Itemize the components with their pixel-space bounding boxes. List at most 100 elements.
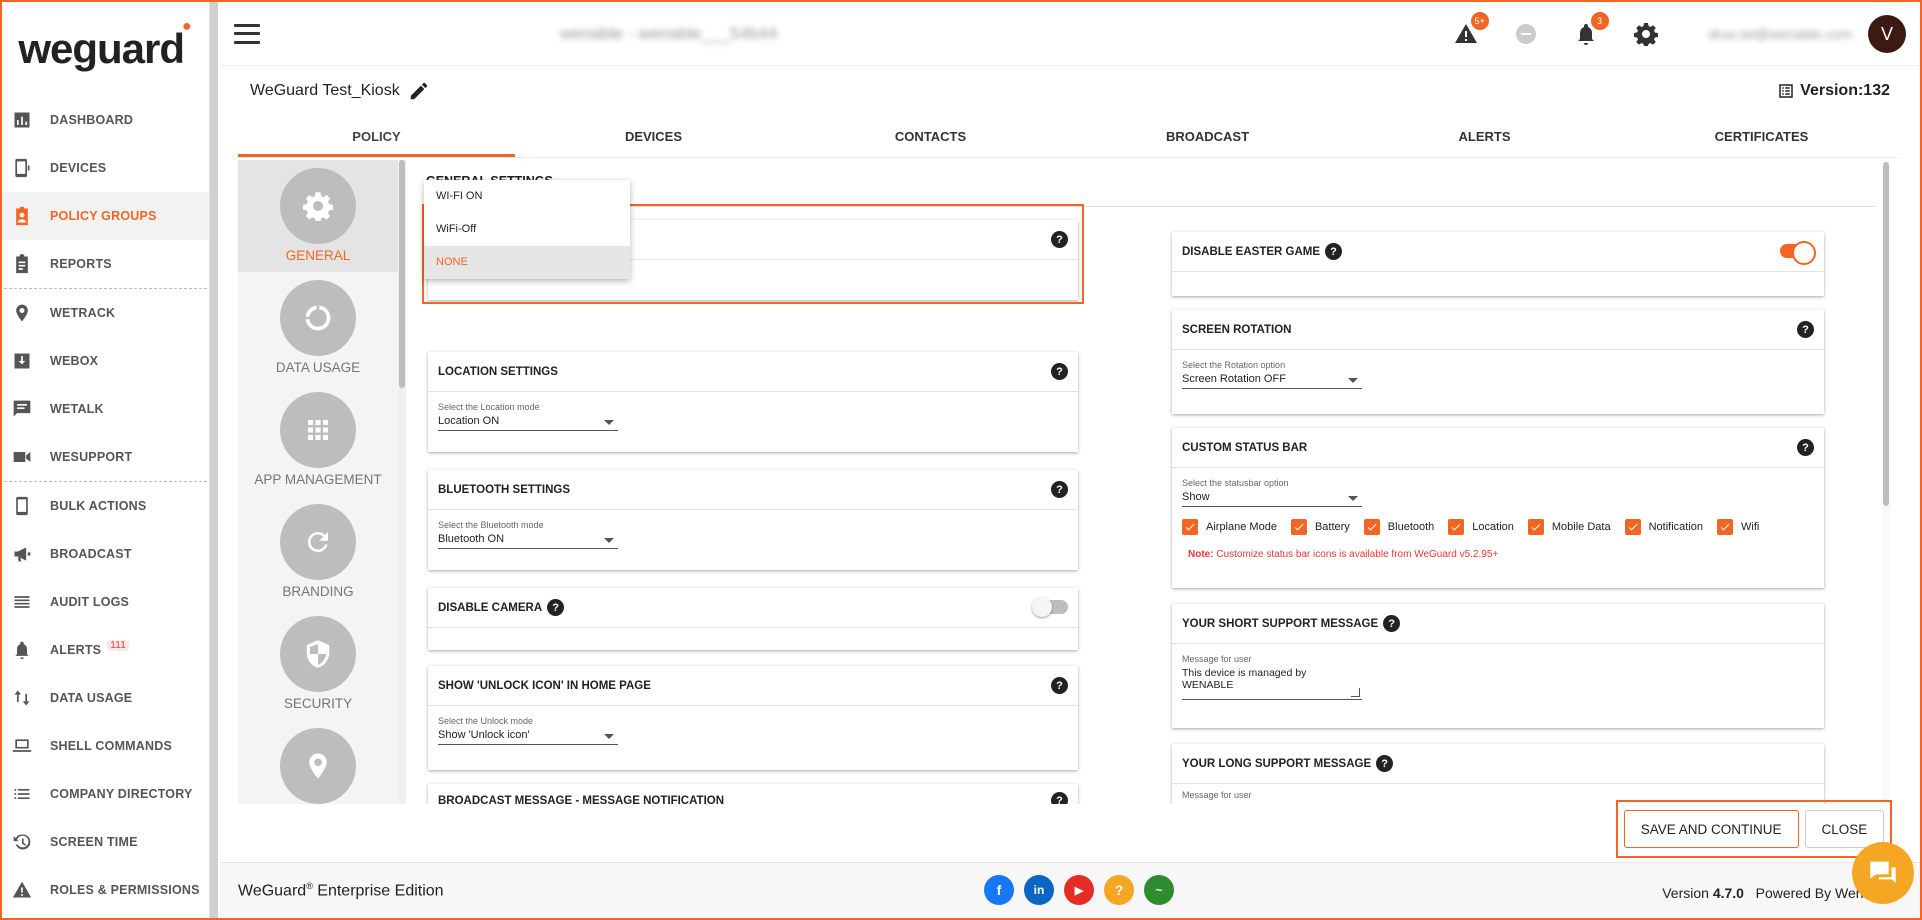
option-wifi-off[interactable]: WiFi-Off bbox=[424, 213, 630, 246]
sidebar-item-policy-groups[interactable]: POLICY GROUPS bbox=[2, 192, 209, 240]
tab-alerts[interactable]: ALERTS bbox=[1346, 118, 1623, 157]
checkbox-battery[interactable]: Battery bbox=[1290, 519, 1350, 535]
facebook-icon[interactable]: f bbox=[984, 875, 1014, 905]
short-message-textarea[interactable]: This device is managed by WENABLE bbox=[1182, 664, 1362, 700]
checkbox-wifi[interactable]: Wifi bbox=[1717, 519, 1759, 535]
save-and-continue-button[interactable]: SAVE AND CONTINUE bbox=[1623, 810, 1799, 848]
category-data-usage[interactable]: DATA USAGE bbox=[238, 272, 398, 384]
checkbox-mobile-data[interactable]: Mobile Data bbox=[1527, 519, 1611, 535]
category-location[interactable] bbox=[238, 720, 398, 804]
edit-pencil-icon[interactable] bbox=[408, 80, 430, 102]
category-general[interactable]: GENERAL bbox=[238, 160, 398, 272]
location-pin-icon bbox=[12, 303, 32, 323]
wifi-mode-dropdown[interactable]: WI-FI ON WiFi-Off NONE bbox=[424, 180, 630, 279]
statusbar-select[interactable]: Show bbox=[1182, 488, 1362, 507]
account-name: wenable - wenable___54b44 bbox=[560, 23, 778, 43]
checkbox-location[interactable]: Location bbox=[1448, 519, 1514, 535]
gear-icon[interactable] bbox=[1633, 21, 1659, 47]
policy-category-list: GENERAL DATA USAGE APP MANAGEMENT BRANDI… bbox=[238, 160, 398, 804]
help-icon[interactable]: ? bbox=[1325, 243, 1343, 260]
category-branding[interactable]: BRANDING bbox=[238, 496, 398, 608]
tab-devices[interactable]: DEVICES bbox=[515, 118, 792, 157]
policy-version[interactable]: Version:132 bbox=[1777, 82, 1890, 100]
checkmark-icon bbox=[1717, 519, 1733, 535]
help-icon[interactable]: ? bbox=[1051, 481, 1068, 498]
sidebar-item-reports[interactable]: REPORTS bbox=[2, 240, 209, 288]
sidebar-item-dashboard[interactable]: DASHBOARD bbox=[2, 96, 209, 144]
content-scrollbar[interactable] bbox=[1882, 160, 1890, 804]
bell-icon[interactable]: 3 bbox=[1573, 12, 1609, 47]
option-none[interactable]: NONE bbox=[424, 246, 630, 279]
notifications-badge: 3 bbox=[1590, 12, 1609, 30]
help-icon[interactable]: ? bbox=[1797, 439, 1814, 456]
card-title: YOUR LONG SUPPORT MESSAGE bbox=[1182, 757, 1372, 770]
category-security[interactable]: SECURITY bbox=[238, 608, 398, 720]
sidebar-scrollbar[interactable] bbox=[210, 2, 218, 918]
sidebar-item-alerts[interactable]: ALERTS 111 bbox=[2, 626, 209, 674]
sidebar-item-shell-commands[interactable]: SHELL COMMANDS bbox=[2, 722, 209, 770]
select-label: Select the Unlock mode bbox=[438, 716, 534, 726]
youtube-icon[interactable]: ▶ bbox=[1064, 875, 1094, 905]
user-email: drue.tel@wenable.com bbox=[1708, 26, 1852, 42]
up-down-arrows-icon bbox=[12, 688, 32, 708]
sidebar-item-wetrack[interactable]: WETRACK bbox=[2, 289, 209, 337]
sidebar-item-wetalk[interactable]: WETALK bbox=[2, 385, 209, 433]
card-header: BROADCAST MESSAGE - MESSAGE NOTIFICATION… bbox=[428, 784, 1078, 804]
tab-certificates[interactable]: CERTIFICATES bbox=[1623, 118, 1900, 157]
help-icon[interactable]: ? bbox=[1376, 755, 1394, 772]
checkbox-airplane-mode[interactable]: Airplane Mode bbox=[1182, 519, 1277, 535]
sidebar-item-screen-time[interactable]: SCREEN TIME bbox=[2, 818, 209, 866]
phone-icon bbox=[12, 158, 32, 178]
close-button[interactable]: CLOSE bbox=[1804, 810, 1885, 848]
category-scrollbar[interactable] bbox=[398, 160, 406, 804]
version-number: 4.7.0 bbox=[1712, 885, 1744, 901]
sidebar-item-wesupport[interactable]: WESUPPORT bbox=[2, 433, 209, 481]
tab-policy[interactable]: POLICY bbox=[238, 118, 515, 157]
sidebar-item-roles-permissions[interactable]: ROLES & PERMISSIONS bbox=[2, 866, 209, 914]
rotation-select[interactable]: Screen Rotation OFF bbox=[1182, 370, 1362, 389]
disable-easter-game-toggle[interactable] bbox=[1780, 241, 1816, 265]
select-label: Select the Location mode bbox=[438, 402, 540, 412]
checkbox-bluetooth[interactable]: Bluetooth bbox=[1363, 519, 1434, 535]
help-icon[interactable]: ? bbox=[1051, 363, 1068, 380]
warning-alerts-icon[interactable]: 5+ bbox=[1453, 12, 1489, 47]
checkbox-label: Battery bbox=[1314, 521, 1350, 533]
location-pin-icon bbox=[280, 728, 356, 804]
chat-support-icon[interactable] bbox=[1852, 842, 1914, 904]
help-icon[interactable]: ? bbox=[1051, 677, 1068, 694]
checkbox-notification[interactable]: Notification bbox=[1624, 519, 1703, 535]
sidebar-item-broadcast[interactable]: BROADCAST bbox=[2, 530, 209, 578]
sidebar-item-webox[interactable]: WEBOX bbox=[2, 337, 209, 385]
weguard-logo[interactable]: weguard ● bbox=[2, 2, 209, 96]
tab-contacts[interactable]: CONTACTS bbox=[792, 118, 1069, 157]
location-mode-select[interactable]: Location ON bbox=[438, 412, 618, 431]
linkedin-icon[interactable]: in bbox=[1024, 875, 1054, 905]
sidebar-item-label: ALERTS bbox=[50, 643, 102, 657]
sidebar-item-bulk-actions[interactable]: BULK ACTIONS bbox=[2, 482, 209, 530]
sidebar-item-devices[interactable]: DEVICES bbox=[2, 144, 209, 192]
sidebar-item-company-directory[interactable]: COMPANY DIRECTORY bbox=[2, 770, 209, 818]
unlock-mode-select[interactable]: Show 'Unlock icon' bbox=[438, 726, 618, 745]
disable-camera-toggle[interactable] bbox=[1032, 597, 1068, 617]
chat-icon bbox=[12, 399, 32, 419]
card-title: LOCATION SETTINGS bbox=[438, 365, 558, 378]
sidebar-item-label: WETRACK bbox=[50, 306, 116, 320]
tab-broadcast[interactable]: BROADCAST bbox=[1069, 118, 1346, 157]
status-minus-icon[interactable] bbox=[1513, 21, 1539, 47]
help-icon[interactable]: ? bbox=[1383, 615, 1401, 632]
help-icon[interactable]: ? bbox=[547, 599, 565, 616]
hamburger-menu-icon[interactable] bbox=[234, 23, 260, 44]
option-wifi-on[interactable]: WI-FI ON bbox=[424, 180, 630, 213]
category-app-management[interactable]: APP MANAGEMENT bbox=[238, 384, 398, 496]
help-icon[interactable]: ? bbox=[1797, 321, 1814, 338]
bluetooth-mode-select[interactable]: Bluetooth ON bbox=[438, 530, 618, 549]
avatar[interactable]: V bbox=[1868, 15, 1906, 53]
alerts-badge: 5+ bbox=[1470, 12, 1489, 30]
sidebar-item-data-usage[interactable]: DATA USAGE bbox=[2, 674, 209, 722]
sidebar-item-audit-logs[interactable]: AUDIT LOGS bbox=[2, 578, 209, 626]
pulse-status-icon[interactable]: ~ bbox=[1144, 875, 1174, 905]
help-icon[interactable]: ? bbox=[1051, 792, 1068, 804]
footer-brand: WeGuard® Enterprise Edition bbox=[238, 881, 444, 900]
checkbox-label: Wifi bbox=[1741, 521, 1760, 533]
help-question-icon[interactable]: ? bbox=[1104, 875, 1134, 905]
